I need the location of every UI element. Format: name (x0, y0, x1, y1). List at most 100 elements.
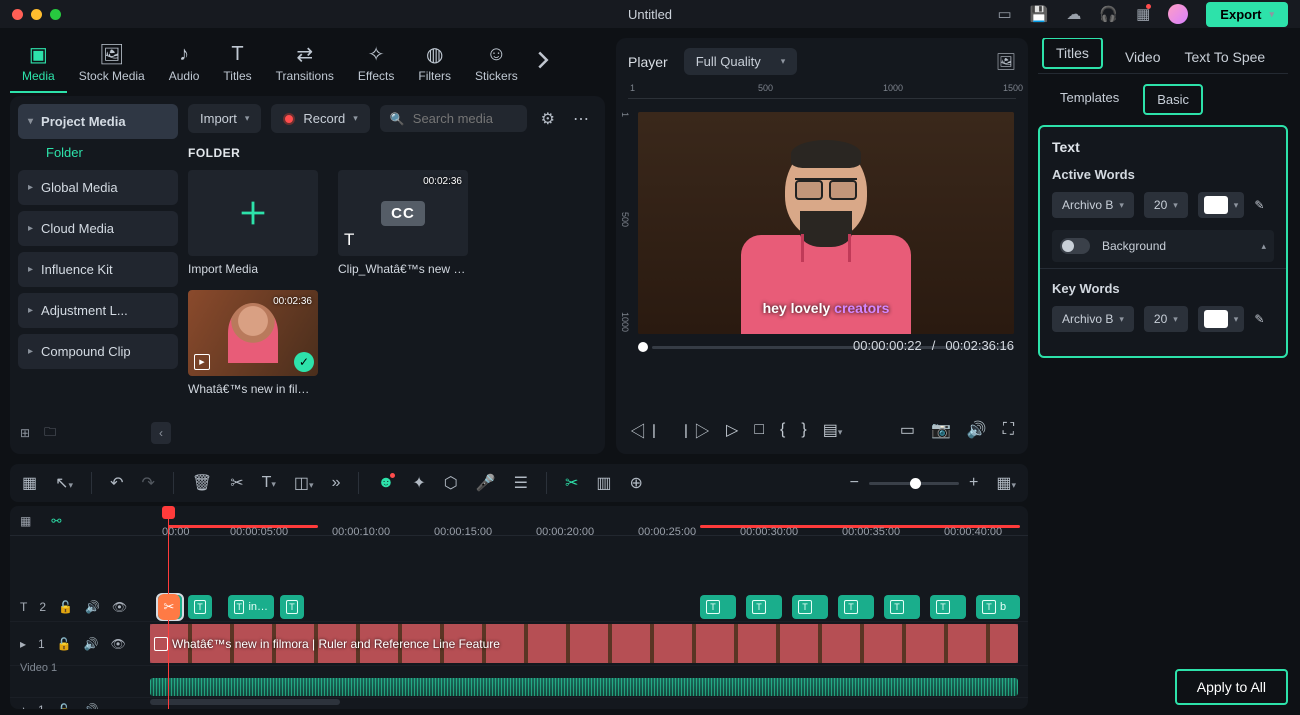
apps-icon[interactable]: ▦ (1136, 5, 1150, 23)
crop-icon[interactable]: ◫▾ (294, 473, 314, 493)
props-tab-video[interactable]: Video (1123, 41, 1163, 73)
fullscreen-icon[interactable]: ⛶ (1003, 421, 1014, 439)
track-mute-icon[interactable]: 🔊 (84, 637, 99, 651)
player-quality-dropdown[interactable]: Full Quality▾ (684, 48, 798, 75)
grid-view-icon[interactable]: ▦ (22, 473, 37, 493)
zoom-track[interactable] (869, 482, 959, 485)
record-button[interactable]: Record▾ (271, 104, 369, 133)
sidebar-item-influence-kit[interactable]: ▸Influence Kit (18, 252, 178, 287)
redo-icon[interactable]: ↷ (141, 473, 154, 493)
split-icon[interactable]: ✂ (230, 473, 243, 493)
play-button[interactable]: ▷ (726, 420, 738, 440)
tab-filters[interactable]: ◍ Filters (406, 38, 463, 91)
title-clip[interactable]: T (792, 595, 828, 619)
zoom-window-icon[interactable] (50, 9, 61, 20)
caption-clip-tile[interactable]: 00:02:36 CC T Clip_Whatâ€™s new … (338, 170, 468, 276)
title-clip[interactable]: T (280, 595, 304, 619)
collapse-sidebar-button[interactable]: ‹ (151, 422, 171, 444)
user-avatar-icon[interactable] (1168, 4, 1188, 24)
sidebar-item-cloud-media[interactable]: ▸Cloud Media (18, 211, 178, 246)
title-clip[interactable]: T (930, 595, 966, 619)
track-lock-icon[interactable]: 🔓 (57, 703, 72, 710)
track-lock-icon[interactable]: 🔓 (58, 600, 73, 614)
title-clip[interactable]: T (188, 595, 212, 619)
tab-titles[interactable]: T Titles (211, 38, 263, 91)
sidebar-item-compound-clip[interactable]: ▸Compound Clip (18, 334, 178, 369)
timeline-view-icon[interactable]: ▦▾ (996, 473, 1016, 493)
subtab-basic[interactable]: Basic (1143, 84, 1203, 115)
props-tab-tts[interactable]: Text To Spee (1183, 41, 1268, 73)
track-lock-icon[interactable]: 🔓 (57, 637, 72, 651)
font-dropdown-kw[interactable]: Archivo B▾ (1052, 306, 1134, 332)
sidebar-item-adjustment-layer[interactable]: ▸Adjustment L... (18, 293, 178, 328)
props-tab-titles[interactable]: Titles (1042, 38, 1103, 69)
delete-icon[interactable]: 🗑 (192, 473, 212, 493)
ai-tools-icon[interactable]: ☻ (377, 474, 394, 492)
eyedropper-icon[interactable]: ✎ (1254, 198, 1264, 212)
title-clip[interactable]: T (884, 595, 920, 619)
apply-to-all-button[interactable]: Apply to All (1175, 669, 1288, 705)
tab-audio[interactable]: ♪ Audio (157, 38, 212, 91)
eyedropper-icon[interactable]: ✎ (1254, 312, 1264, 326)
shield-icon[interactable]: ⬡ (444, 473, 458, 493)
track-visibility-icon[interactable]: 👁 (111, 637, 126, 651)
mute-icon[interactable]: 🔊 (967, 420, 987, 440)
filter-icon[interactable]: ⚙ (537, 105, 559, 133)
snapshot-icon[interactable]: 📷 (931, 420, 951, 440)
subtab-templates[interactable]: Templates (1048, 84, 1131, 115)
title-clip[interactable]: T (746, 595, 782, 619)
color-picker-kw[interactable]: ▾ (1198, 306, 1245, 332)
sparkle-icon[interactable]: ✦ (412, 473, 425, 493)
ratio-button[interactable]: ▤▾ (823, 420, 843, 440)
size-dropdown[interactable]: 20▾ (1144, 192, 1188, 218)
add-text-icon[interactable]: T▾ (262, 474, 276, 492)
export-button[interactable]: Export ▾ (1206, 2, 1288, 27)
more-tools-icon[interactable]: » (332, 474, 341, 492)
help-icon[interactable]: 🎧 (1099, 5, 1118, 23)
chevron-up-icon[interactable]: ▴ (1261, 241, 1266, 252)
cloud-upload-icon[interactable]: ☁ (1066, 5, 1081, 23)
timeline-corner-grid-icon[interactable]: ▦ (20, 514, 31, 528)
close-window-icon[interactable] (12, 9, 23, 20)
scrollbar-thumb[interactable] (150, 699, 340, 705)
undo-icon[interactable]: ↶ (110, 473, 123, 493)
track-mute-icon[interactable]: 🔊 (84, 703, 99, 710)
track-mute-icon[interactable]: 🔊 (85, 600, 100, 614)
timeline-scrollbar[interactable] (150, 699, 1018, 707)
mark-out-button[interactable]: } (801, 421, 806, 439)
tab-transitions[interactable]: ⇄ Transitions (264, 38, 346, 91)
track-visibility-icon[interactable]: 👁 (112, 600, 127, 614)
panel-layout-icon[interactable]: ▭ (998, 5, 1012, 23)
tab-stock-media[interactable]: 🖼 Stock Media (67, 38, 157, 91)
tab-media[interactable]: ▣ Media (10, 38, 67, 93)
stop-button[interactable]: □ (754, 421, 764, 439)
video-clip-tile[interactable]: 00:02:36 ✓ Whatâ€™s new in fil… (188, 290, 318, 396)
font-dropdown[interactable]: Archivo B▾ (1052, 192, 1134, 218)
mark-in-button[interactable]: { (780, 421, 785, 439)
tab-effects[interactable]: ✧ Effects (346, 38, 406, 91)
compare-view-icon[interactable]: ▭ (900, 420, 915, 440)
audio-waveform[interactable] (150, 678, 1018, 696)
title-clip[interactable]: Tb (976, 595, 1020, 619)
pointer-tool-icon[interactable]: ↖▾ (55, 473, 73, 493)
tab-stickers[interactable]: ☺ Stickers (463, 38, 530, 91)
sidebar-item-project-media[interactable]: ▾ Project Media (18, 104, 178, 139)
tabs-overflow-button[interactable] (530, 38, 556, 90)
cut-tool-icon[interactable]: ✂ (565, 473, 578, 493)
video-clip[interactable]: Whatâ€™s new in filmora | Ruler and Refe… (150, 624, 1018, 663)
razor-handle[interactable]: ✂ (158, 594, 180, 620)
player-settings-icon[interactable]: 🖼 (996, 52, 1016, 72)
title-clip[interactable]: T (838, 595, 874, 619)
import-media-tile[interactable]: Import Media (188, 170, 318, 276)
search-input[interactable]: 🔍 (380, 105, 527, 132)
sidebar-item-folder[interactable]: Folder (18, 145, 178, 160)
color-picker[interactable]: ▾ (1198, 192, 1245, 218)
more-icon[interactable]: ⋯ (569, 105, 593, 133)
import-button[interactable]: Import▾ (188, 104, 261, 133)
title-clip[interactable]: T (700, 595, 736, 619)
background-toggle[interactable] (1060, 238, 1090, 254)
sidebar-item-global-media[interactable]: ▸Global Media (18, 170, 178, 205)
group-icon[interactable]: ▥ (596, 473, 611, 493)
zoom-in-icon[interactable]: + (969, 474, 978, 492)
new-folder-icon[interactable]: 🗀 (44, 423, 56, 444)
